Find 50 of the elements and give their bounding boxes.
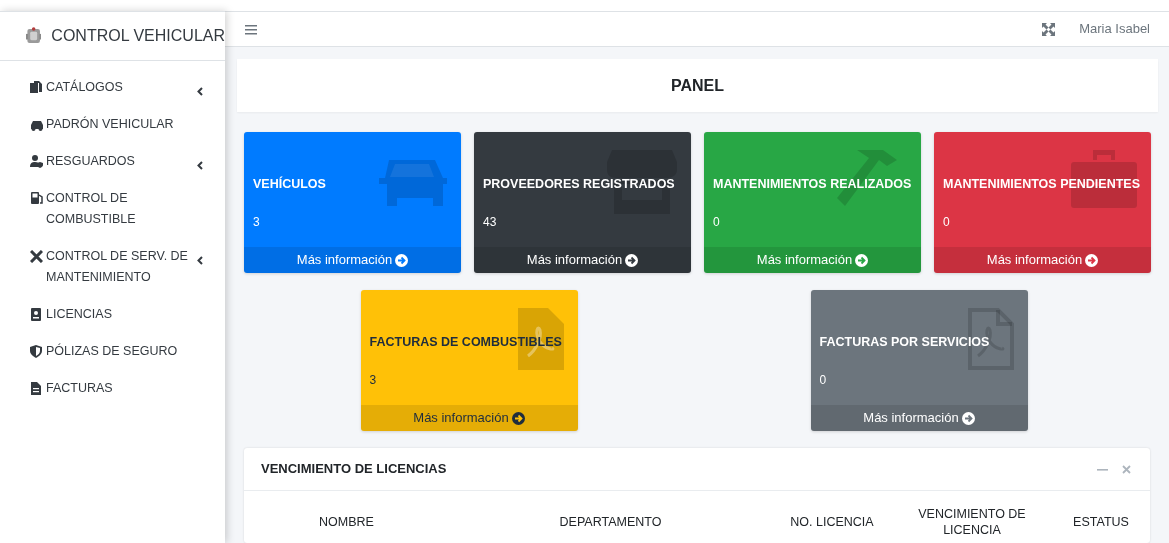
sidebar-item[interactable]: CONTROL DE SERV. DE MANTENIMIENTO (0, 238, 225, 296)
card-count: 0 (943, 214, 950, 231)
sidebar-item[interactable]: PÓLIZAS DE SEGURO (0, 333, 225, 370)
column-header: NO. LICENCIA (789, 514, 875, 531)
user-name[interactable]: Maria Isabel (1079, 19, 1150, 39)
card-count: 3 (369, 372, 377, 389)
arrow-right-icon (625, 253, 639, 267)
arrow-right-icon (855, 253, 869, 267)
copy-icon (30, 81, 43, 94)
more-info-link[interactable]: Más información (244, 247, 461, 273)
card-count: 3 (253, 214, 260, 231)
file-icon (30, 382, 43, 395)
arrow-right-icon (961, 411, 975, 425)
arrow-right-icon (395, 253, 409, 267)
card-title: VENCIMIENTO DE LICENCIAS (261, 460, 447, 479)
sidebar-item[interactable]: CONTROL DE COMBUSTIBLE (0, 180, 225, 238)
card-count: 0 (713, 214, 720, 231)
card-count: 0 (819, 372, 827, 389)
card-title: MANTENIMIENTOS PENDIENTES (943, 176, 1140, 193)
card-title: VEHÍCULOS (253, 175, 326, 193)
card-title: PROVEEDORES REGISTRADOS (483, 176, 675, 193)
fuel-pump-icon (30, 192, 43, 205)
more-info-link[interactable]: Más información (474, 247, 691, 273)
shield-icon (30, 345, 43, 358)
arrow-right-icon (511, 411, 525, 425)
more-info-link[interactable]: Más información (704, 247, 921, 273)
column-header: DEPARTAMENTO (558, 514, 663, 531)
app-title: CONTROL VEHICULAR (51, 26, 225, 46)
tools-icon (30, 250, 43, 263)
card-title: FACTURAS DE COMBUSTIBLES (369, 334, 562, 351)
column-header: VENCIMIENTO DE LICENCIA (917, 506, 1027, 539)
sidebar-item[interactable]: RESGUARDOS (0, 143, 225, 180)
sidebar-item[interactable]: LICENCIAS (0, 296, 225, 333)
fullscreen-button[interactable] (1040, 20, 1058, 38)
column-header: NOMBRE (318, 514, 375, 531)
id-badge-icon (30, 308, 43, 321)
sidebar-item[interactable]: FACTURAS (0, 370, 225, 407)
arrow-right-icon (1085, 253, 1099, 267)
more-info-link[interactable]: Más información (934, 247, 1151, 273)
card-title: FACTURAS POR SERVICIOS (819, 334, 990, 351)
card-title: MANTENIMIENTOS REALIZADOS (713, 176, 912, 193)
page-title: PANEL (670, 75, 724, 96)
more-info-link[interactable]: Más información (810, 405, 1028, 431)
user-shield-icon (30, 155, 43, 168)
column-header: ESTATUS (1072, 514, 1130, 531)
car-icon (30, 118, 43, 131)
more-info-link[interactable]: Más información (360, 405, 578, 431)
sidebar-item[interactable]: CATÁLOGOS (0, 69, 225, 106)
card-count: 43 (483, 214, 497, 231)
sidebar-item[interactable]: PADRÓN VEHICULAR (0, 106, 225, 143)
